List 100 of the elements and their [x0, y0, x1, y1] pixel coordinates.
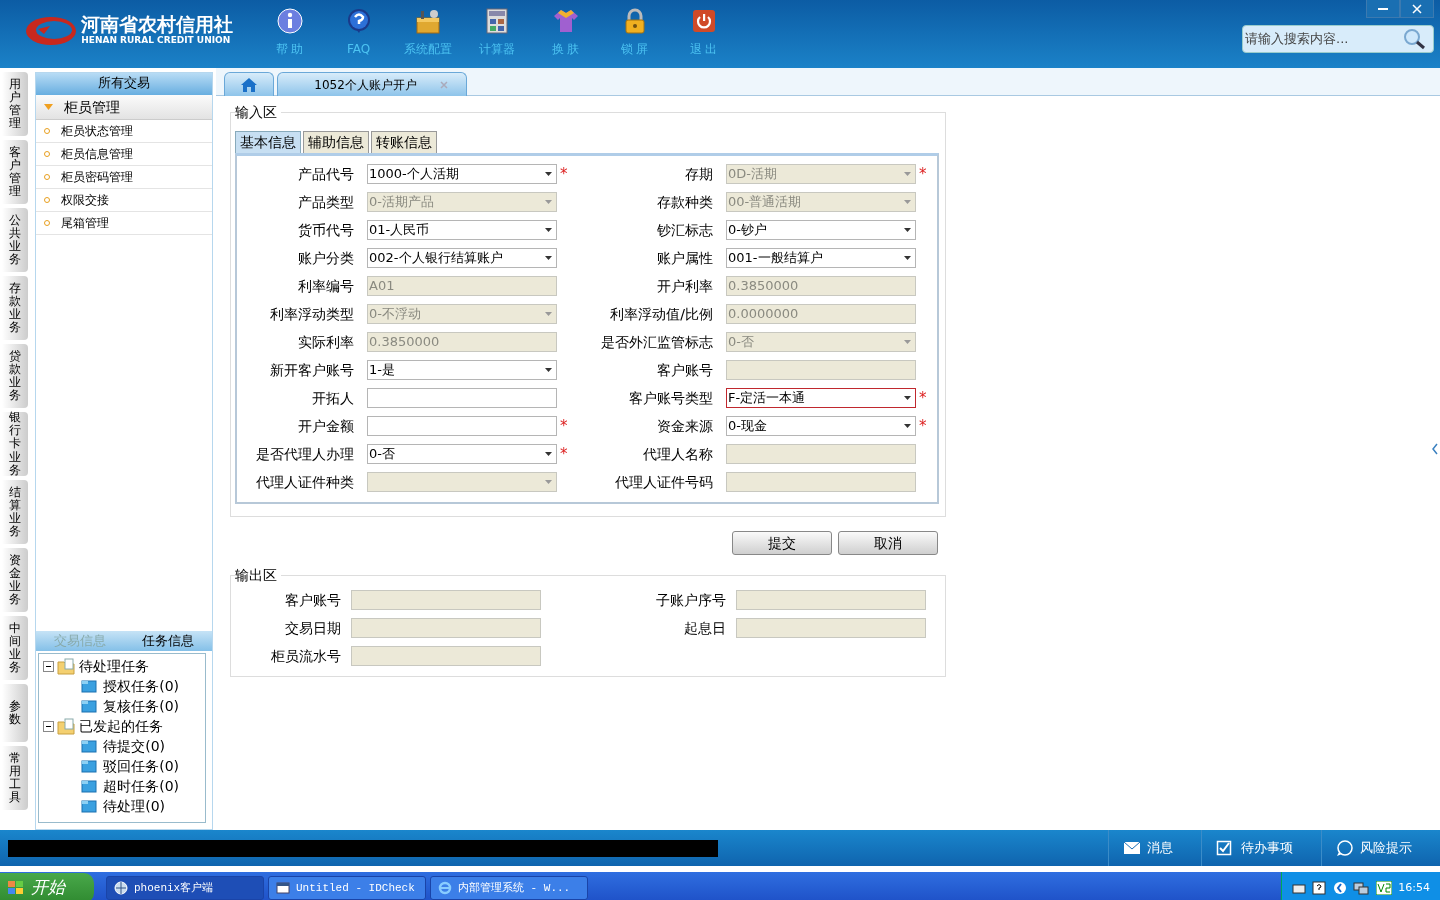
tree-item[interactable]: 已发起的任务 [78, 715, 163, 737]
search-input[interactable]: 请输入搜索内容... [1243, 27, 1403, 50]
input-field[interactable] [367, 388, 557, 408]
form-tab[interactable]: 转账信息 [371, 131, 437, 153]
field-label: 是否代理人办理 [255, 445, 355, 464]
required-mark: * [918, 388, 928, 408]
collapse-handle-icon[interactable] [1432, 443, 1438, 455]
required-mark: * [918, 416, 928, 436]
folder-icon [81, 798, 97, 814]
search-field[interactable]: 请输入搜索内容... [1242, 24, 1434, 53]
dropdown-field[interactable]: 01-人民币 [367, 220, 557, 240]
minimize-button[interactable] [1366, 0, 1400, 18]
dropdown-field[interactable]: 0-否 [367, 444, 557, 464]
windows-logo-icon [6, 880, 25, 896]
browser-e-icon [437, 881, 452, 895]
field-label: 账户属性 [656, 249, 714, 268]
toolbox-icon [414, 8, 441, 34]
collapse-toggle-icon[interactable] [43, 720, 54, 732]
side-tab[interactable]: 贷款业务 [2, 344, 28, 408]
field-label: 代理人证件号码 [614, 473, 714, 492]
tree-item[interactable]: 复核任务(0) [100, 695, 180, 717]
tree-item[interactable]: 待处理任务 [78, 655, 149, 677]
field-label: 代理人名称 [642, 445, 714, 464]
mail-icon [1122, 840, 1141, 856]
field-label: 账户分类 [297, 249, 355, 268]
field-label: 起息日 [683, 619, 727, 638]
taskbar-button[interactable]: 内部管理系统 - W... [430, 876, 588, 900]
folder-icon [81, 678, 97, 694]
field-label: 新开客户账号 [269, 361, 355, 380]
section-title: 输入区 [235, 104, 281, 120]
field-label: 代理人证件种类 [255, 473, 355, 492]
side-tab[interactable]: 中间业务 [2, 616, 28, 680]
close-button[interactable] [1400, 0, 1434, 18]
start-button[interactable]: 开始 [0, 873, 94, 900]
tree-item[interactable]: 超时任务(0) [100, 775, 180, 797]
close-icon [1412, 3, 1422, 14]
side-tab[interactable]: 参数 [2, 684, 28, 742]
side-tab[interactable]: 用户管理 [2, 72, 28, 136]
field-label: 是否外汇监管标志 [600, 333, 714, 352]
collapse-toggle-icon[interactable] [43, 660, 54, 672]
required-mark: * [559, 416, 569, 436]
side-tab[interactable]: 常用工具 [2, 746, 28, 810]
status-button[interactable]: 待办事项 [1201, 830, 1321, 866]
field-label: 开拓人 [311, 389, 355, 408]
side-tab[interactable]: 公共业务 [2, 208, 28, 272]
field-label: 存期 [684, 165, 714, 184]
tree-item[interactable]: 待处理(0) [100, 795, 166, 817]
dropdown-field[interactable]: 0-现金 [726, 416, 916, 436]
field-label: 产品类型 [297, 193, 355, 212]
field-label: 钞汇标志 [656, 221, 714, 240]
checkbox-icon [1216, 840, 1234, 856]
dropdown-field[interactable]: 1000-个人活期 [367, 164, 557, 184]
dropdown-field[interactable]: 1-是 [367, 360, 557, 380]
form-tab[interactable]: 基本信息 [235, 131, 301, 153]
search-icon[interactable] [1403, 27, 1427, 50]
section-title: 输出区 [235, 567, 281, 583]
form-tab[interactable]: 辅助信息 [303, 131, 369, 153]
menu-group-header[interactable]: 柜员管理 [36, 95, 212, 120]
dropdown-field[interactable]: 002-个人银行结算账户 [367, 248, 557, 268]
action-button[interactable]: 提交 [731, 531, 832, 555]
field-label: 子账户序号 [655, 591, 727, 610]
info-icon [276, 8, 303, 34]
field-label: 资金来源 [656, 417, 714, 436]
network-icon[interactable] [1353, 881, 1370, 895]
help-icon[interactable] [1312, 881, 1327, 895]
input-method-icon[interactable] [1375, 881, 1392, 895]
question-icon [345, 8, 372, 34]
field-label: 利率编号 [297, 277, 355, 296]
power-icon [690, 8, 717, 34]
panel-tab[interactable]: 任务信息 [124, 631, 212, 651]
shirt-icon [552, 8, 579, 34]
expand-arrow-icon [44, 104, 53, 110]
side-tab[interactable]: 结算业务 [2, 480, 28, 544]
logo-subtitle: HENAN RURAL CREDIT UNION [81, 34, 232, 47]
taskbar-button[interactable]: Untitled - IDCheck [268, 876, 426, 900]
tree-item[interactable]: 待提交(0) [100, 735, 166, 757]
expand-tray-icon[interactable] [1332, 881, 1347, 895]
field-label: 交易日期 [284, 619, 342, 638]
field-label: 利率浮动类型 [269, 305, 355, 324]
action-button[interactable]: 取消 [838, 531, 938, 555]
dropdown-field[interactable]: 001-一般结算户 [726, 248, 916, 268]
keyboard-icon[interactable] [1291, 882, 1306, 894]
folder-icon [81, 738, 97, 754]
status-button[interactable]: 消息 [1107, 830, 1201, 866]
side-tab[interactable]: 资金业务 [2, 548, 28, 612]
side-tab[interactable]: 客户管理 [2, 140, 28, 204]
side-tab[interactable]: 存款业务 [2, 276, 28, 340]
tree-item[interactable]: 驳回任务(0) [100, 755, 180, 777]
field-label: 存款种类 [656, 193, 714, 212]
side-tab[interactable]: 银行卡业务 [2, 412, 28, 476]
status-button[interactable]: 风险提示 [1320, 830, 1440, 866]
dropdown-field[interactable]: 0-钞户 [726, 220, 916, 240]
taskbar-button[interactable]: phoenix客户端 [106, 876, 264, 900]
logo-icon [24, 14, 78, 47]
tree-item[interactable]: 授权任务(0) [100, 675, 180, 697]
dropdown-field[interactable]: F-定活一本通 [726, 388, 916, 408]
input-field[interactable] [367, 416, 557, 436]
home-tab[interactable] [224, 72, 274, 96]
field-label: 开户利率 [656, 277, 714, 296]
page-tab[interactable]: 1052个人账户开户 [277, 72, 468, 96]
